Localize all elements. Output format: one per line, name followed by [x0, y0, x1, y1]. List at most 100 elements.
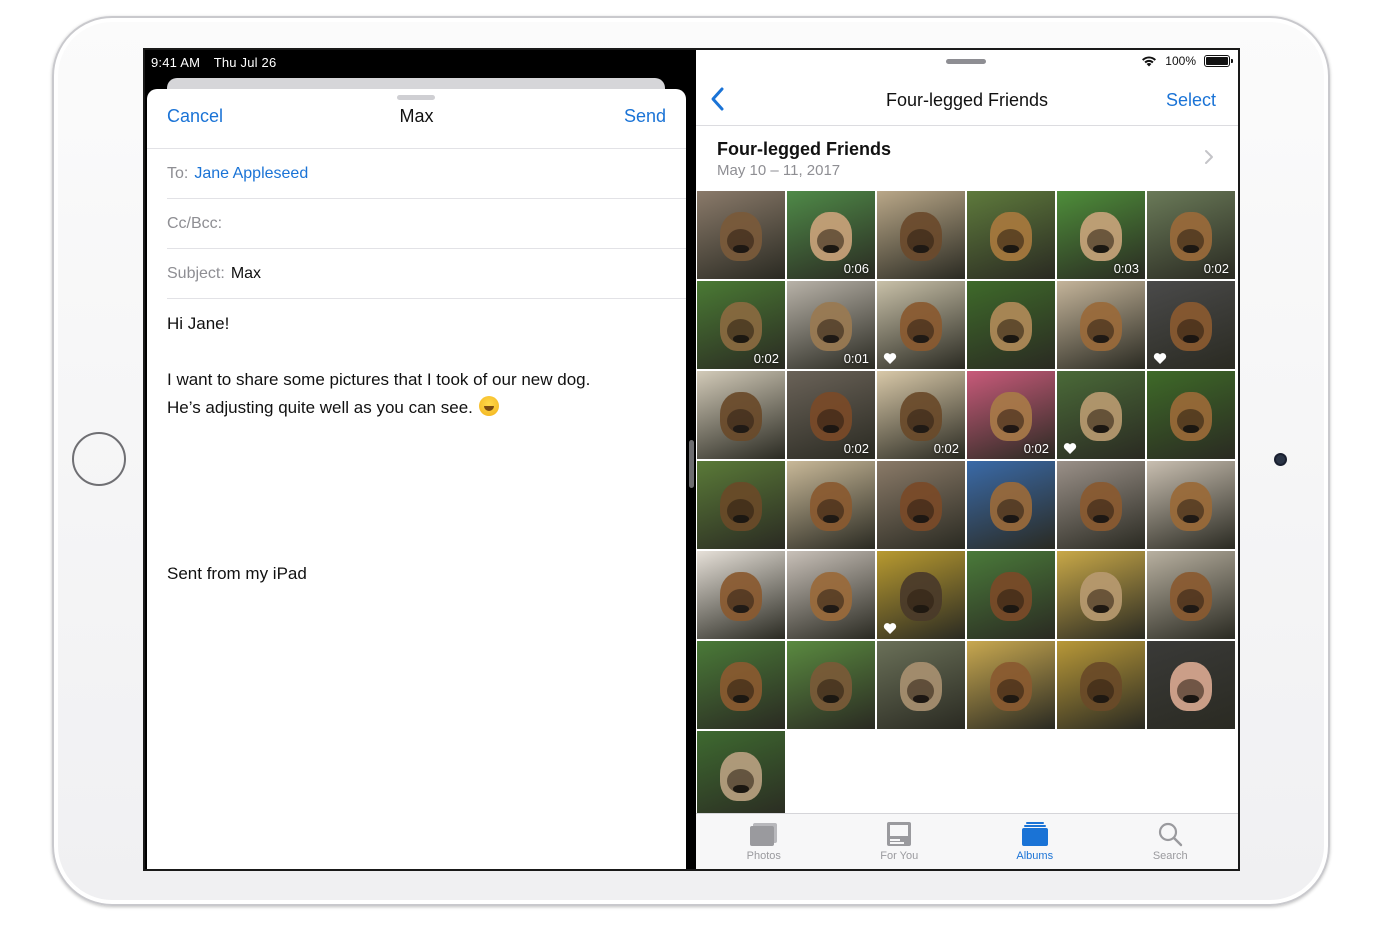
signature-line: Sent from my iPad [167, 564, 307, 583]
favorite-heart-icon [1063, 442, 1077, 455]
body-line-2: He’s adjusting quite well as you can see… [167, 398, 473, 417]
dog-photo-content [1169, 302, 1213, 352]
compose-nav-bar: Cancel Max Send [147, 89, 686, 149]
dog-photo-content [719, 482, 763, 532]
photo-thumbnail[interactable]: 0:06 [787, 191, 875, 279]
photo-thumbnail[interactable] [1147, 641, 1235, 729]
moment-header[interactable]: Four-legged Friends May 10 – 11, 2017 [696, 127, 1238, 189]
front-camera [1274, 453, 1287, 466]
photo-thumbnail[interactable] [1057, 461, 1145, 549]
status-bar-left: 9:41 AM Thu Jul 26 [151, 55, 286, 70]
dog-photo-content [899, 662, 943, 712]
subject-value: Max [230, 264, 262, 282]
for-you-icon [884, 820, 914, 848]
photo-thumbnail[interactable] [967, 551, 1055, 639]
tab-search[interactable]: Search [1103, 814, 1239, 869]
tab-photos-label: Photos [746, 850, 781, 862]
dog-photo-content [1079, 482, 1123, 532]
photo-thumbnail[interactable]: 0:01 [787, 281, 875, 369]
dog-photo-content [719, 572, 763, 622]
photo-thumbnail[interactable] [697, 731, 785, 819]
album-nav-title: Four-legged Friends [885, 90, 1049, 110]
dog-photo-content [719, 212, 763, 262]
photo-thumbnail[interactable] [1147, 461, 1235, 549]
dog-photo-content [1169, 572, 1213, 622]
photo-thumbnail[interactable] [967, 191, 1055, 279]
photo-thumbnail[interactable]: 0:02 [787, 371, 875, 459]
message-body[interactable]: Hi Jane! [167, 310, 666, 338]
send-button[interactable]: Send [624, 106, 666, 127]
to-field[interactable]: To: Jane Appleseed [167, 149, 686, 199]
photo-thumbnail[interactable] [1057, 371, 1145, 459]
photo-thumbnail[interactable] [1057, 551, 1145, 639]
photo-thumbnail[interactable] [967, 461, 1055, 549]
photo-thumbnail[interactable] [697, 461, 785, 549]
tab-albums[interactable]: Albums [967, 814, 1103, 869]
dog-photo-content [1169, 662, 1213, 712]
photo-thumbnail[interactable] [697, 551, 785, 639]
status-time: 9:41 AM [151, 55, 201, 70]
photo-thumbnail[interactable] [967, 281, 1055, 369]
battery-icon [1204, 55, 1233, 67]
video-duration: 0:02 [1203, 261, 1229, 276]
photo-thumbnail[interactable] [1057, 281, 1145, 369]
photo-thumbnail[interactable] [787, 461, 875, 549]
dog-photo-content [1169, 212, 1213, 262]
photo-thumbnail[interactable] [1147, 551, 1235, 639]
video-duration: 0:01 [843, 351, 869, 366]
photo-thumbnail[interactable] [697, 191, 785, 279]
photo-thumbnail[interactable] [697, 371, 785, 459]
photo-thumbnail[interactable] [787, 551, 875, 639]
photo-thumbnail[interactable] [1147, 371, 1235, 459]
photo-thumbnail[interactable]: 0:02 [967, 371, 1055, 459]
albums-icon [1020, 820, 1050, 848]
search-icon [1155, 820, 1185, 848]
photo-thumbnail[interactable]: 0:02 [877, 371, 965, 459]
moment-title: Four-legged Friends [717, 139, 892, 159]
dog-photo-content [899, 482, 943, 532]
select-button[interactable]: Select [1166, 90, 1216, 111]
message-paragraph[interactable]: I want to share some pictures that I too… [167, 366, 666, 422]
split-view-handle[interactable] [689, 440, 694, 488]
ccbcc-field[interactable]: Cc/Bcc: [167, 199, 686, 249]
dog-photo-content [1079, 392, 1123, 442]
photo-thumbnail[interactable] [877, 641, 965, 729]
photo-thumbnail[interactable] [787, 641, 875, 729]
dog-photo-content [809, 212, 853, 262]
grinning-emoji-icon [478, 396, 499, 416]
photo-thumbnail[interactable] [1057, 641, 1145, 729]
photo-thumbnail[interactable] [1147, 281, 1235, 369]
home-button[interactable] [72, 432, 126, 486]
dog-photo-content [899, 212, 943, 262]
subject-field[interactable]: Subject: Max [167, 249, 686, 299]
video-duration: 0:02 [753, 351, 779, 366]
chevron-right-icon [1204, 149, 1214, 165]
photo-thumbnail[interactable] [877, 191, 965, 279]
signature[interactable]: Sent from my iPad [167, 560, 666, 588]
body-line-1: I want to share some pictures that I too… [167, 370, 591, 389]
photo-thumbnail[interactable] [967, 641, 1055, 729]
ccbcc-label: Cc/Bcc: [167, 214, 223, 232]
dog-photo-content [809, 392, 853, 442]
compose-sheet: Cancel Max Send To: Jane Appleseed Cc/Bc… [147, 89, 686, 869]
photos-pane: 100% Four-legged Friends Select Four-leg… [696, 50, 1238, 869]
photo-thumbnail[interactable] [877, 281, 965, 369]
tab-for-you[interactable]: For You [832, 814, 968, 869]
dog-photo-content [719, 752, 763, 802]
dog-photo-content [1079, 302, 1123, 352]
photo-thumbnail[interactable] [877, 461, 965, 549]
photo-thumbnail[interactable] [877, 551, 965, 639]
tab-photos[interactable]: Photos [696, 814, 832, 869]
dog-photo-content [899, 302, 943, 352]
dog-photo-content [809, 302, 853, 352]
photo-thumbnail[interactable] [697, 641, 785, 729]
moment-dates: May 10 – 11, 2017 [717, 162, 841, 179]
dog-photo-content [899, 572, 943, 622]
recipient-token[interactable]: Jane Appleseed [194, 165, 308, 183]
photo-thumbnail[interactable]: 0:03 [1057, 191, 1145, 279]
photo-thumbnail[interactable]: 0:02 [1147, 191, 1235, 279]
favorite-heart-icon [883, 352, 897, 365]
multitasking-grabber[interactable] [946, 59, 986, 64]
battery-percent: 100% [1165, 54, 1196, 68]
photo-thumbnail[interactable]: 0:02 [697, 281, 785, 369]
